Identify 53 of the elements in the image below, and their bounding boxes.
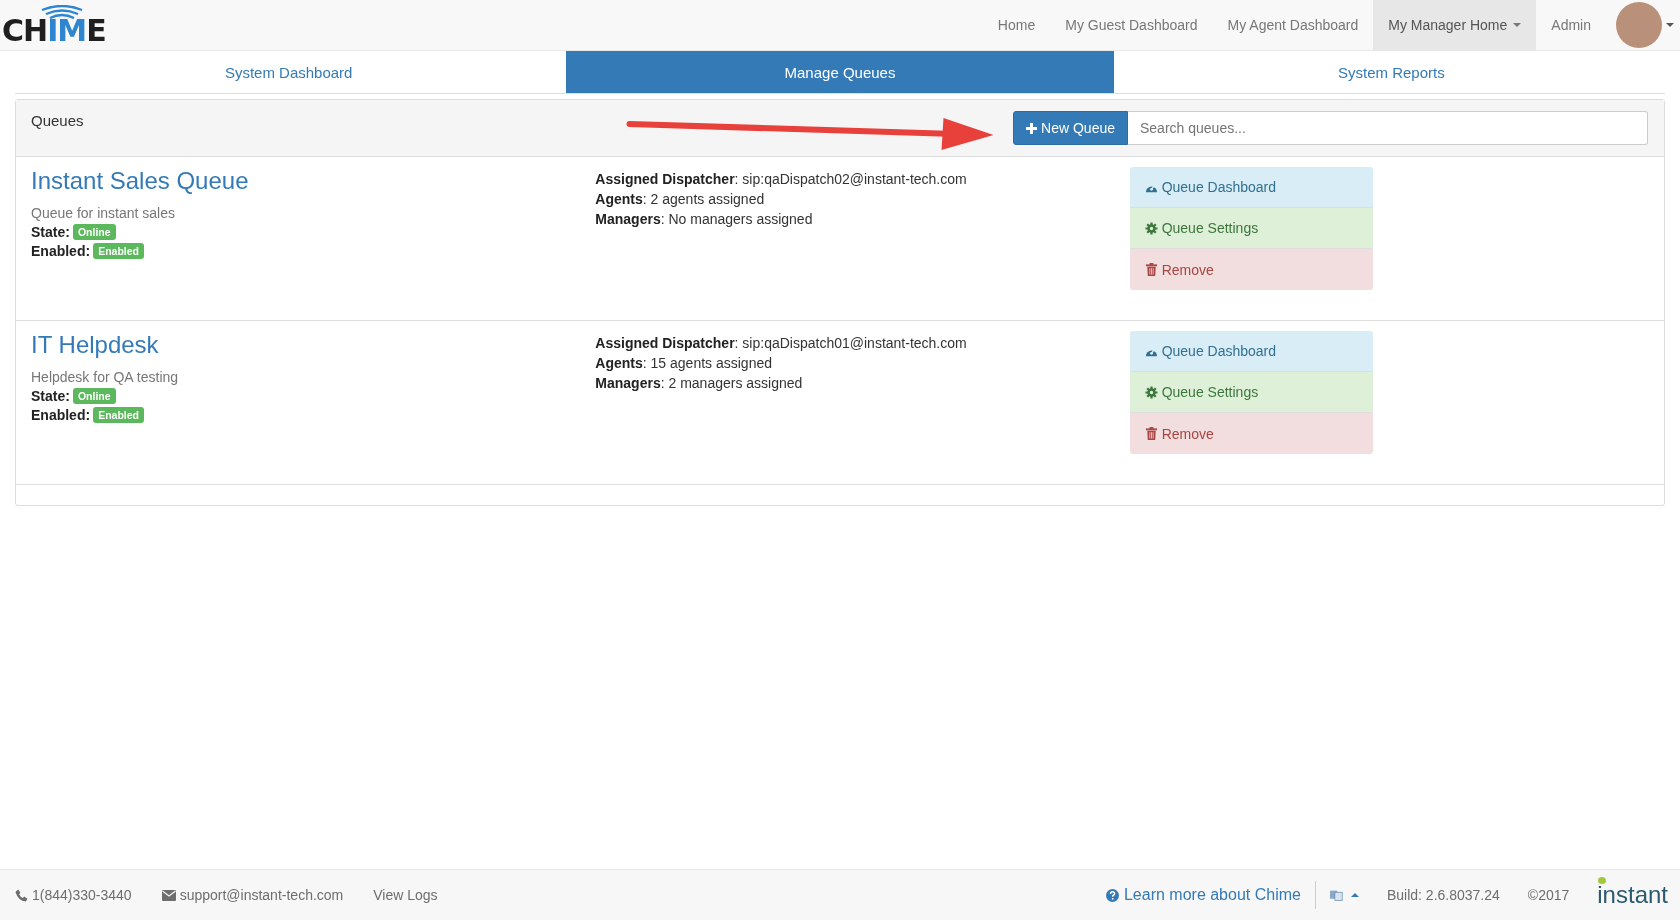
- help-icon: [1105, 888, 1119, 902]
- nav-link[interactable]: Home: [982, 0, 1051, 50]
- queue-description: Queue for instant sales: [31, 205, 175, 221]
- search-field[interactable]: Search queues...: [1128, 111, 1648, 145]
- detail-text: Assigned Dispatcher: sip:qaDispatch02@instant-tech.com: [595, 170, 967, 189]
- phone-number: 1(844)330-3440: [15, 887, 132, 903]
- detail-text: Managers: 2 managers assigned: [595, 374, 803, 393]
- nav-link[interactable]: Admin: [1536, 0, 1606, 50]
- language-button[interactable]: [1329, 888, 1359, 902]
- build-version: Build: 2.6.8037.24: [1386, 887, 1500, 903]
- detail-text: Managers: No managers assigned: [595, 210, 813, 229]
- tab[interactable]: System Reports: [1117, 51, 1665, 93]
- field-label: State:: [31, 388, 70, 404]
- learn-more-link[interactable]: Learn more about Chime: [1105, 886, 1301, 904]
- new-queue-button[interactable]: New Queue: [1013, 111, 1128, 145]
- status-label: Enabled: [93, 243, 144, 259]
- settings-button[interactable]: Queue Settings: [1129, 208, 1373, 249]
- nav-link[interactable]: My Guest Dashboard: [1050, 0, 1213, 50]
- dashboard-button[interactable]: Queue Dashboard: [1129, 331, 1373, 372]
- detail-text: Agents: 2 agents assigned: [595, 190, 765, 209]
- email-link[interactable]: support@instant-tech.com: [161, 887, 344, 903]
- status-label: Online: [72, 224, 116, 240]
- trash-icon: [1144, 427, 1158, 440]
- settings-icon: [1144, 221, 1158, 235]
- field-label: Enabled:: [31, 243, 91, 259]
- settings-button[interactable]: Queue Settings: [1129, 372, 1373, 413]
- detail-text: Agents: 15 agents assigned: [595, 354, 772, 373]
- queue-title-link[interactable]: Instant Sales Queue: [31, 167, 249, 195]
- trash-icon: [1144, 263, 1158, 276]
- caret-icon[interactable]: [1666, 23, 1674, 27]
- queue-description: Helpdesk for QA testing: [31, 369, 179, 385]
- signal-waves-icon: [40, 5, 84, 19]
- queue-title-link[interactable]: IT Helpdesk: [31, 331, 159, 359]
- nav-link[interactable]: My Agent Dashboard: [1212, 0, 1374, 50]
- remove-button[interactable]: Remove: [1129, 413, 1373, 454]
- nav-link[interactable]: My Manager Home: [1373, 0, 1537, 50]
- status-label: Enabled: [93, 407, 144, 423]
- dashboard-button[interactable]: Queue Dashboard: [1129, 167, 1373, 208]
- field-label: State:: [31, 224, 70, 240]
- field-label: Enabled:: [31, 407, 91, 423]
- copyright: ©2017: [1527, 887, 1570, 903]
- tab[interactable]: System Dashboard: [15, 51, 563, 93]
- status-label: Online: [72, 388, 116, 404]
- view-logs-link[interactable]: View Logs: [373, 887, 438, 903]
- tab[interactable]: Manage Queues: [566, 51, 1114, 93]
- translate-icon: [1329, 888, 1343, 902]
- remove-button[interactable]: Remove: [1129, 249, 1373, 290]
- phone-icon: [15, 888, 28, 902]
- panel-title: Queues: [31, 111, 84, 131]
- chime-logo[interactable]: CHIME: [0, 0, 106, 50]
- envelope-icon: [161, 889, 176, 901]
- detail-text: Assigned Dispatcher: sip:qaDispatch01@instant-tech.com: [595, 334, 967, 353]
- settings-icon: [1144, 385, 1158, 399]
